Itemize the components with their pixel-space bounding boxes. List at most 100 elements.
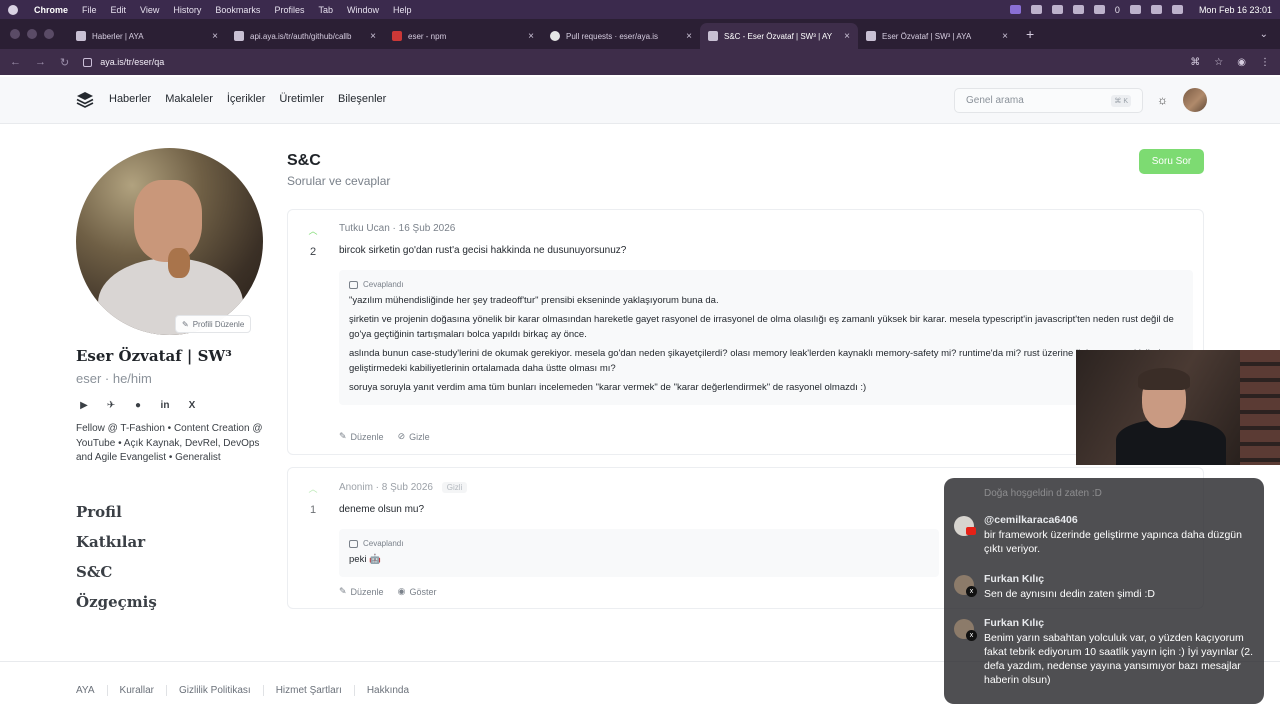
edit-button[interactable]: ✎ Düzenle [339, 431, 384, 442]
tray-app-icon[interactable] [1030, 5, 1042, 14]
reload-button[interactable]: ↻ [60, 56, 69, 69]
side-nav-katkilar[interactable]: Katkılar [76, 533, 157, 554]
footer-link-kurallar[interactable]: Kurallar [106, 685, 166, 696]
question-text: bircok sirketin go'dan rust'a gecisi hak… [339, 245, 627, 256]
hide-button[interactable]: ⊘ Gizle [398, 431, 430, 442]
question-actions: ✎ Düzenle ◉ Göster [339, 586, 436, 597]
close-icon[interactable]: × [370, 31, 376, 42]
sun-icon[interactable]: ☼ [1157, 93, 1168, 107]
github-icon[interactable]: ● [130, 397, 146, 413]
youtube-icon[interactable]: ▶ [76, 397, 92, 413]
site-info-icon[interactable] [83, 57, 93, 67]
ask-question-button[interactable]: Soru Sor [1139, 149, 1204, 174]
footer-link-gizlilik[interactable]: Gizlilik Politikası [166, 685, 263, 696]
telegram-icon[interactable]: ✈ [103, 397, 119, 413]
upvote-chevron-icon[interactable]: ︿ [306, 224, 320, 236]
edit-button[interactable]: ✎ Düzenle [339, 586, 384, 597]
display-icon[interactable] [1051, 5, 1063, 14]
answered-text: Cevaplandı [363, 280, 404, 289]
close-icon[interactable]: × [1002, 31, 1008, 42]
chat-faded-message: Doğa hoşgeldin d zaten :D [984, 488, 1102, 499]
nav-haberler[interactable]: Haberler [109, 93, 151, 105]
screen-record-icon[interactable] [1009, 5, 1021, 14]
more-menu-icon[interactable]: ⋮ [1260, 57, 1270, 68]
show-button[interactable]: ◉ Göster [398, 586, 437, 597]
url-field[interactable]: aya.is/tr/eser/qa [83, 52, 1190, 72]
menu-file[interactable]: File [82, 5, 97, 15]
back-button[interactable]: ← [10, 56, 21, 68]
comment-icon [349, 280, 358, 289]
tab-title: S&C - Eser Özvataf | SW³ | AY [724, 31, 833, 41]
minimize-window-button[interactable] [27, 29, 37, 39]
menu-tab[interactable]: Tab [318, 5, 333, 15]
webcam-overlay [1076, 350, 1280, 465]
aya-logo-icon[interactable] [76, 91, 94, 109]
close-window-button[interactable] [10, 29, 20, 39]
menu-history[interactable]: History [173, 5, 201, 15]
control-center-icon[interactable] [1171, 5, 1183, 14]
bookmark-star-icon[interactable]: ☆ [1214, 57, 1223, 68]
menu-profiles[interactable]: Profiles [274, 5, 304, 15]
edit-profile-button[interactable]: ✎ Profili Düzenle [175, 315, 252, 333]
chat-author: Furkan Kılıç [984, 617, 1045, 629]
side-nav-sc[interactable]: S&C [76, 563, 157, 584]
hide-label: Gizle [409, 431, 430, 442]
pencil-icon: ✎ [339, 431, 347, 441]
x-icon[interactable]: X [184, 397, 200, 413]
npm-icon [392, 31, 402, 41]
edit-profile-label: Profili Düzenle [192, 319, 245, 329]
upvote-chevron-icon[interactable]: ︿ [306, 482, 320, 494]
tab-haberler[interactable]: Haberler | AYA × [68, 23, 226, 49]
pencil-icon: ✎ [339, 586, 347, 596]
menu-help[interactable]: Help [393, 5, 412, 15]
nav-uretimler[interactable]: Üretimler [279, 93, 324, 105]
cloud-icon[interactable] [1072, 5, 1084, 14]
tab-npm[interactable]: eser - npm × [384, 23, 542, 49]
nav-icerikler[interactable]: İçerikler [227, 93, 266, 105]
tab-profile[interactable]: Eser Özvataf | SW³ | AYA × [858, 23, 1016, 49]
close-icon[interactable]: × [212, 31, 218, 42]
search-input[interactable]: Genel arama ⌘ K [954, 88, 1143, 113]
counter-icon[interactable] [1093, 5, 1105, 14]
side-nav-profil[interactable]: Profil [76, 503, 157, 524]
avatar[interactable] [1183, 88, 1207, 112]
menu-window[interactable]: Window [347, 5, 379, 15]
forward-button[interactable]: → [35, 56, 46, 68]
aya-favicon-icon [708, 31, 718, 41]
footer-link-hizmet[interactable]: Hizmet Şartları [262, 685, 354, 696]
wifi-icon[interactable] [1129, 5, 1141, 14]
edit-label: Düzenle [350, 586, 384, 597]
search-placeholder: Genel arama [966, 95, 1024, 106]
tab-qa-active[interactable]: S&C - Eser Özvataf | SW³ | AY × [700, 23, 858, 49]
footer-link-hakkinda[interactable]: Hakkında [353, 685, 421, 696]
question-meta: Tutku Ucan · 16 Şub 2026 [339, 223, 456, 234]
side-nav-ozgecmis[interactable]: Özgeçmiş [76, 593, 157, 614]
close-icon[interactable]: × [844, 31, 850, 42]
footer-link-aya[interactable]: AYA [76, 685, 107, 696]
linkedin-icon[interactable]: in [157, 397, 173, 413]
answer-paragraph: peki 🤖 [349, 554, 381, 565]
nav-bilesenler[interactable]: Bileşenler [338, 93, 386, 105]
menubar-clock[interactable]: Mon Feb 16 23:01 [1199, 5, 1272, 15]
menu-bookmarks[interactable]: Bookmarks [215, 5, 260, 15]
nav-makaleler[interactable]: Makaleler [165, 93, 213, 105]
search-icon[interactable] [1150, 5, 1162, 14]
close-icon[interactable]: × [528, 31, 534, 42]
profile-icon[interactable]: ◉ [1237, 57, 1246, 68]
new-tab-button[interactable]: + [1026, 26, 1034, 42]
tab-search-chevron-icon[interactable]: ⌄ [1260, 29, 1268, 40]
menu-app-name[interactable]: Chrome [34, 5, 68, 15]
tab-pull-requests[interactable]: Pull requests · eser/aya.is × [542, 23, 700, 49]
menu-edit[interactable]: Edit [111, 5, 127, 15]
apple-icon[interactable] [8, 4, 18, 15]
profile-bio: Fellow @ T-Fashion • Content Creation @ … [76, 423, 263, 463]
chat-message: x Furkan Kılıç Benim yarın sabahtan yolc… [954, 617, 1254, 687]
translate-icon[interactable]: ⌘ [1190, 57, 1200, 68]
tab-title: Eser Özvataf | SW³ | AYA [882, 31, 972, 41]
close-icon[interactable]: × [686, 31, 692, 42]
social-links: ▶ ✈ ● in X [76, 397, 200, 413]
tab-title: Haberler | AYA [92, 31, 144, 41]
tab-api-callback[interactable]: api.aya.is/tr/auth/github/callb × [226, 23, 384, 49]
menu-view[interactable]: View [140, 5, 159, 15]
maximize-window-button[interactable] [44, 29, 54, 39]
